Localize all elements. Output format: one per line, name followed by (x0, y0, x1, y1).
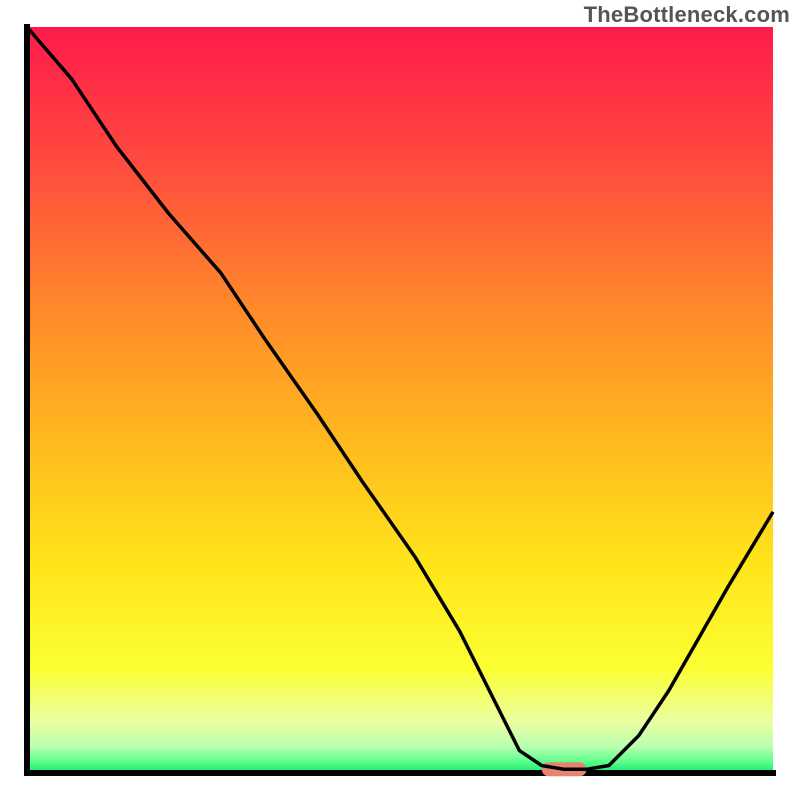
gradient-background (27, 27, 773, 773)
chart-container: TheBottleneck.com (0, 0, 800, 800)
bottleneck-chart (0, 0, 800, 800)
watermark-text: TheBottleneck.com (584, 2, 790, 28)
